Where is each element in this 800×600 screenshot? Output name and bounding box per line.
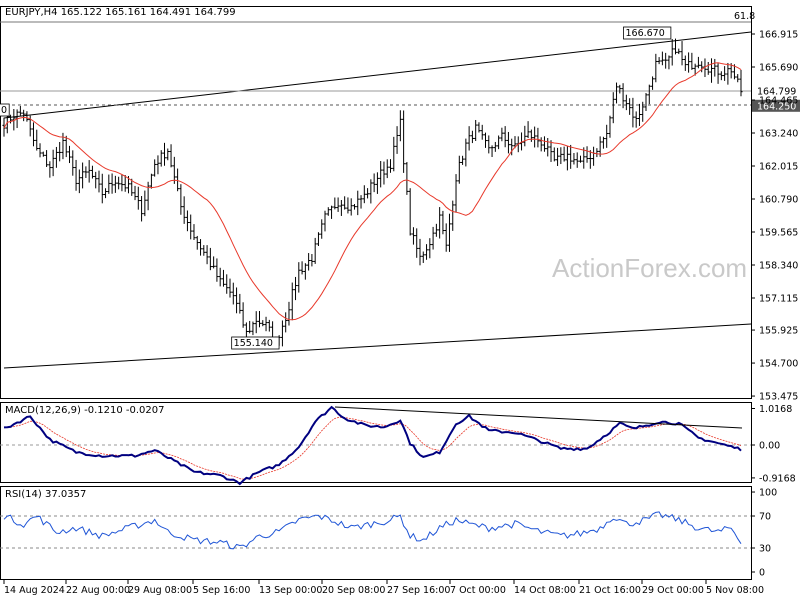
annotation-fib-start: 0 xyxy=(1,105,7,116)
x-axis-label: 29 Aug 08:00 xyxy=(128,585,192,596)
price-axis-label: 164.465 xyxy=(759,96,798,107)
annotation-low: 155.140 xyxy=(234,338,273,349)
fib-level-label: 61.8 xyxy=(734,11,755,22)
macd-axis-label: 1.0168 xyxy=(759,404,792,415)
rsi-header: RSI(14) 37.0357 xyxy=(5,489,86,500)
x-axis-label: 29 Oct 00:00 xyxy=(642,585,704,596)
x-axis-label: 13 Sep 00:00 xyxy=(259,585,322,596)
price-axis-label: 158.340 xyxy=(759,261,798,272)
price-axis-label: 160.790 xyxy=(759,195,798,206)
macd-axis-label: 0.00 xyxy=(759,441,780,452)
rsi-axis-label: 100 xyxy=(759,488,777,499)
x-axis-label: 14 Oct 08:00 xyxy=(514,585,576,596)
annotation-high: 166.670 xyxy=(625,28,664,39)
rsi-axis-label: 0 xyxy=(759,568,765,579)
price-axis-label: 159.565 xyxy=(759,228,798,239)
price-axis-label: 155.925 xyxy=(759,326,798,337)
macd-axis-label: -0.9168 xyxy=(759,473,796,484)
rsi-axis-label: 70 xyxy=(759,512,771,523)
eurjpy-chart: ActionForex.com EURJPY,H4 165.122 165.16… xyxy=(0,6,800,596)
price-axis-label: 166.915 xyxy=(759,30,798,41)
price-axis-label: 153.475 xyxy=(759,392,798,403)
price-axis-label: 165.690 xyxy=(759,63,798,74)
x-axis-label: 20 Sep 08:00 xyxy=(322,585,385,596)
price-header: EURJPY,H4 165.122 165.161 164.491 164.79… xyxy=(5,7,236,18)
price-panel-frame xyxy=(0,6,752,399)
rsi-axis-label: 30 xyxy=(759,544,771,555)
watermark: ActionForex.com xyxy=(552,253,747,283)
price-axis-label: 154.700 xyxy=(759,359,798,370)
x-axis-label: 14 Aug 2024 xyxy=(4,585,65,596)
price-axis-label: 162.015 xyxy=(759,162,798,173)
x-axis-label: 7 Oct 00:00 xyxy=(450,585,506,596)
x-axis-label: 22 Aug 00:00 xyxy=(66,585,130,596)
x-axis-label: 5 Sep 16:00 xyxy=(193,585,250,596)
macd-header: MACD(12,26,9) -0.1210 -0.0207 xyxy=(5,405,165,416)
x-axis-label: 21 Oct 16:00 xyxy=(579,585,641,596)
price-axis-label: 163.240 xyxy=(759,129,798,140)
x-axis-label: 5 Nov 08:00 xyxy=(706,585,764,596)
price-axis-label: 157.115 xyxy=(759,294,798,305)
x-axis-label: 27 Sep 16:00 xyxy=(387,585,450,596)
